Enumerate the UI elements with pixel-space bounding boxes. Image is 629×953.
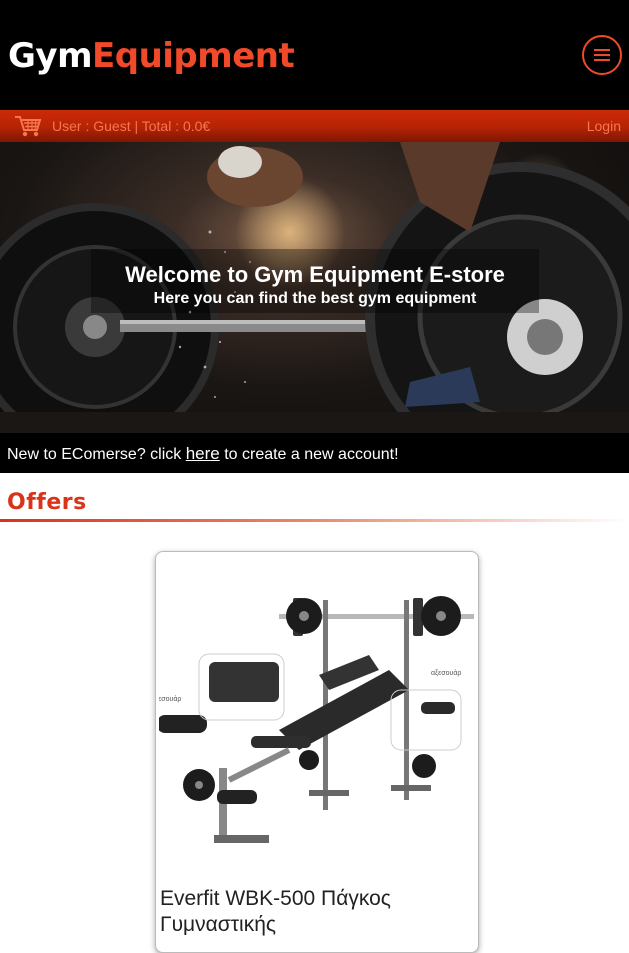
hero-text-box: Welcome to Gym Equipment E-store Here yo… xyxy=(91,249,539,313)
hero-subtitle: Here you can find the best gym equipment xyxy=(153,290,477,307)
offers-heading: Offers xyxy=(7,490,87,515)
user-info: User : Guest | Total : 0.0€ xyxy=(52,118,211,134)
signup-bar: New to EComerse? click here to create a … xyxy=(0,433,629,473)
accessory-label-left: αξεσουάρ xyxy=(159,695,181,703)
user-bar: User : Guest | Total : 0.0€ Login xyxy=(0,110,629,142)
accessory-label-right: αξεσουάρ xyxy=(431,669,461,677)
product-card[interactable]: αξεσουάρ αξεσουάρ Everfit WBK-500 Πάγκος… xyxy=(155,551,479,953)
signup-prefix: New to EComerse? click xyxy=(7,446,186,463)
logo[interactable]: GymEquipment xyxy=(8,34,295,78)
signup-text: New to EComerse? click here to create a … xyxy=(7,444,399,464)
product-title[interactable]: Everfit WBK-500 Πάγκος Γυμναστικής xyxy=(160,886,460,938)
logo-part1: Gym xyxy=(8,36,93,76)
hamburger-icon xyxy=(594,49,610,61)
signup-link[interactable]: here xyxy=(186,444,220,463)
logo-part2: Equipment xyxy=(92,36,295,76)
hero-title: Welcome to Gym Equipment E-store xyxy=(125,262,505,287)
product-image[interactable]: αξεσουάρ αξεσουάρ xyxy=(159,580,475,880)
hero-banner: Welcome to Gym Equipment E-store Here yo… xyxy=(0,142,629,433)
site-header: GymEquipment xyxy=(0,0,629,110)
signup-suffix: to create a new account! xyxy=(219,446,399,463)
menu-button[interactable] xyxy=(582,35,622,75)
offers-divider xyxy=(0,519,629,522)
cart-icon[interactable] xyxy=(14,114,42,138)
login-link[interactable]: Login xyxy=(587,118,621,134)
